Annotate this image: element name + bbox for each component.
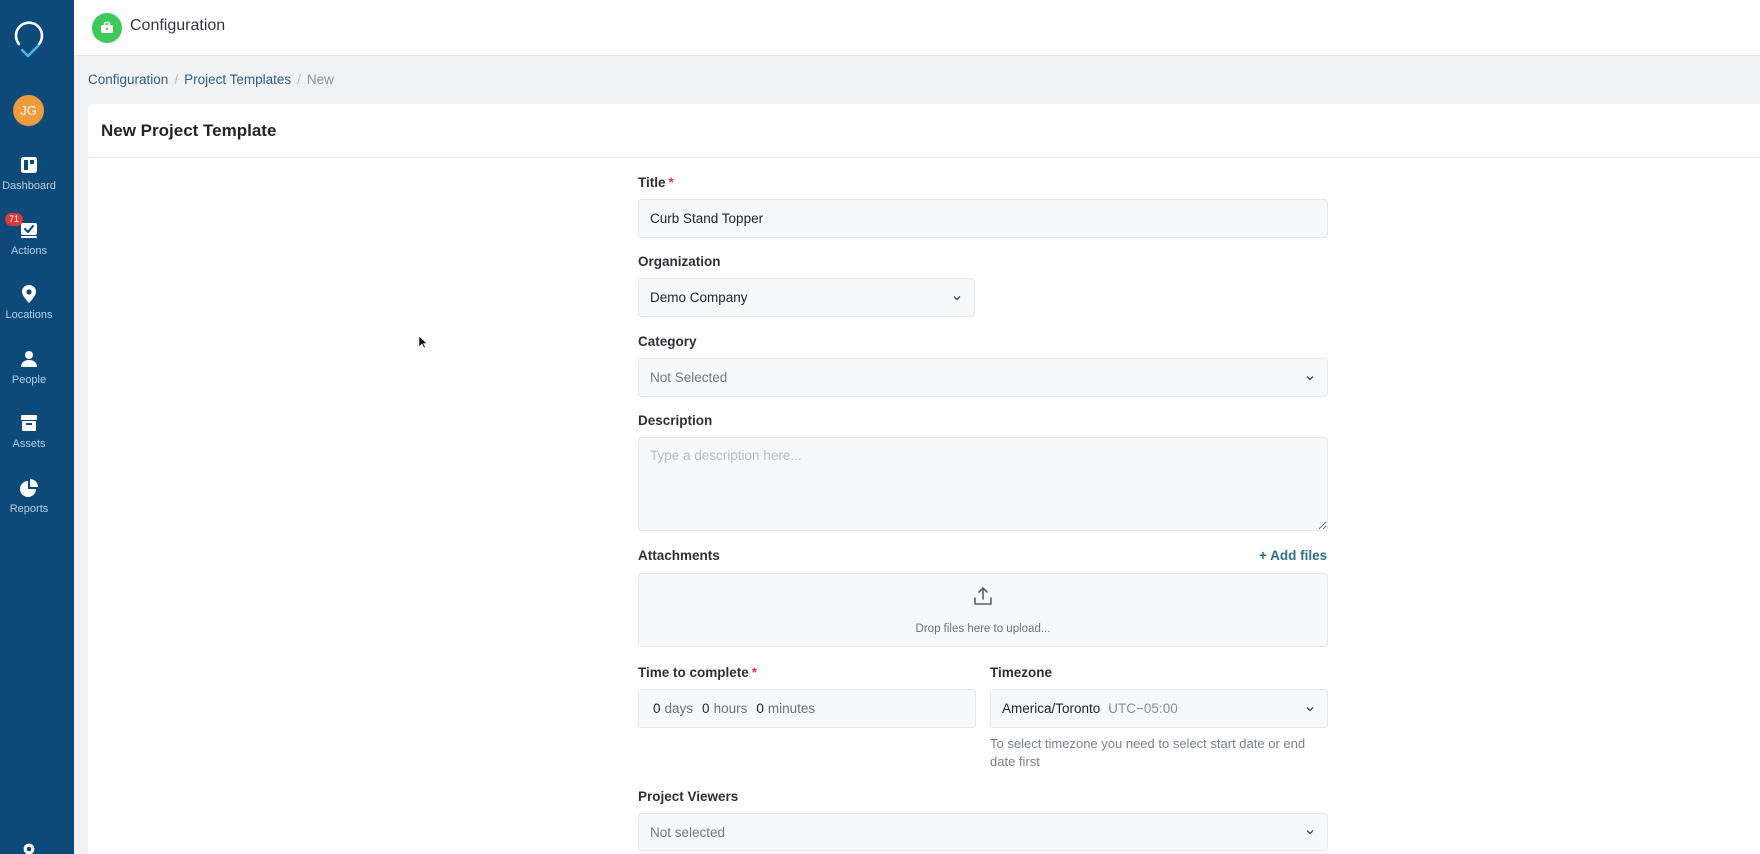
description-textarea[interactable] <box>638 437 1328 531</box>
app-logo-icon[interactable] <box>12 20 46 60</box>
user-avatar[interactable]: JG <box>13 95 44 126</box>
days-value: 0 <box>653 701 661 716</box>
mouse-cursor-icon <box>418 335 428 349</box>
sidebar-item-label: Dashboard <box>2 180 56 192</box>
duration-days[interactable]: 0 days <box>653 701 693 716</box>
project-viewers-select[interactable]: Not selected <box>638 813 1328 851</box>
project-viewers-label: Project Viewers <box>638 789 739 804</box>
settings-gear-icon[interactable] <box>20 840 38 854</box>
sidebar-item-actions[interactable]: 71 Actions <box>0 213 58 272</box>
sidebar-item-dashboard[interactable]: Dashboard <box>0 151 58 207</box>
page-section-title: Configuration <box>130 17 226 34</box>
briefcase-icon <box>101 21 113 33</box>
sidebar-item-locations[interactable]: Locations <box>0 280 58 336</box>
card-header: New Project Template <box>88 104 1760 158</box>
file-dropzone[interactable]: Drop files here to upload... <box>638 573 1328 647</box>
timezone-offset: UTC−05:00 <box>1108 701 1178 716</box>
breadcrumb-configuration-link[interactable]: Configuration <box>88 72 168 87</box>
breadcrumb-project-templates-link[interactable]: Project Templates <box>184 72 291 87</box>
upload-icon <box>974 587 992 605</box>
title-input[interactable]: Curb Stand Topper <box>638 199 1328 238</box>
time-to-complete-label-text: Time to complete <box>638 665 749 680</box>
required-mark: * <box>668 175 674 190</box>
project-viewers-value: Not selected <box>650 824 726 840</box>
breadcrumb-separator: / <box>297 72 301 87</box>
time-to-complete-label: Time to complete * <box>638 665 757 680</box>
timezone-value: America/Toronto <box>1002 701 1101 716</box>
organization-label: Organization <box>638 254 721 269</box>
organization-select[interactable]: Demo Company <box>638 278 975 317</box>
timezone-hint: To select timezone you need to select st… <box>990 736 1306 769</box>
configuration-app-icon <box>92 13 122 43</box>
minutes-unit: minutes <box>767 701 816 716</box>
top-bar: Configuration <box>74 0 1760 56</box>
breadcrumb-current: New <box>306 72 334 87</box>
location-pin-icon <box>22 285 36 303</box>
duration-input[interactable]: 0 days 0 hours 0 minutes <box>638 689 976 728</box>
description-label: Description <box>638 413 713 428</box>
chevron-down-icon <box>1306 706 1314 711</box>
page-title: New Project Template <box>101 121 277 140</box>
title-label: Title * <box>638 175 674 190</box>
hours-value: 0 <box>702 701 710 716</box>
timezone-label: Timezone <box>990 665 1053 680</box>
hours-unit: hours <box>713 701 748 716</box>
sidebar-item-reports[interactable]: Reports <box>0 474 58 530</box>
chevron-down-icon <box>1306 830 1314 835</box>
add-files-button[interactable]: + Add files <box>1259 548 1327 563</box>
archive-box-icon <box>21 415 37 431</box>
sidebar: JG Dashboard 71 Actions Locations People <box>0 0 74 854</box>
category-value: Not Selected <box>650 370 728 385</box>
sidebar-item-label: Locations <box>5 309 53 321</box>
person-icon <box>21 351 37 367</box>
duration-minutes[interactable]: 0 minutes <box>756 701 815 716</box>
chevron-down-icon <box>1306 375 1314 380</box>
category-label: Category <box>638 334 697 349</box>
pie-chart-icon <box>20 479 38 497</box>
organization-value: Demo Company <box>650 290 748 305</box>
attachments-label: Attachments <box>638 548 720 563</box>
sidebar-item-assets[interactable]: Assets <box>0 409 58 465</box>
duration-hours[interactable]: 0 hours <box>702 701 747 716</box>
title-label-text: Title <box>638 175 666 190</box>
dropzone-hint: Drop files here to upload... <box>915 623 1051 635</box>
breadcrumb-separator: / <box>174 72 179 87</box>
required-mark: * <box>751 665 758 680</box>
actions-count-badge: 71 <box>5 213 24 226</box>
chevron-down-icon <box>953 295 961 300</box>
days-unit: days <box>664 701 694 716</box>
sidebar-item-label: People <box>11 374 47 386</box>
actions-icon <box>21 223 37 238</box>
breadcrumb: Configuration / Project Templates / New <box>88 72 334 87</box>
sidebar-item-label: Actions <box>10 245 48 257</box>
dashboard-icon <box>21 157 37 173</box>
sidebar-item-people[interactable]: People <box>0 345 58 401</box>
sidebar-item-label: Assets <box>12 438 46 450</box>
timezone-select[interactable]: America/Toronto UTC−05:00 <box>990 689 1328 728</box>
sidebar-item-label: Reports <box>9 503 49 515</box>
minutes-value: 0 <box>756 701 764 716</box>
category-select[interactable]: Not Selected <box>638 358 1328 397</box>
